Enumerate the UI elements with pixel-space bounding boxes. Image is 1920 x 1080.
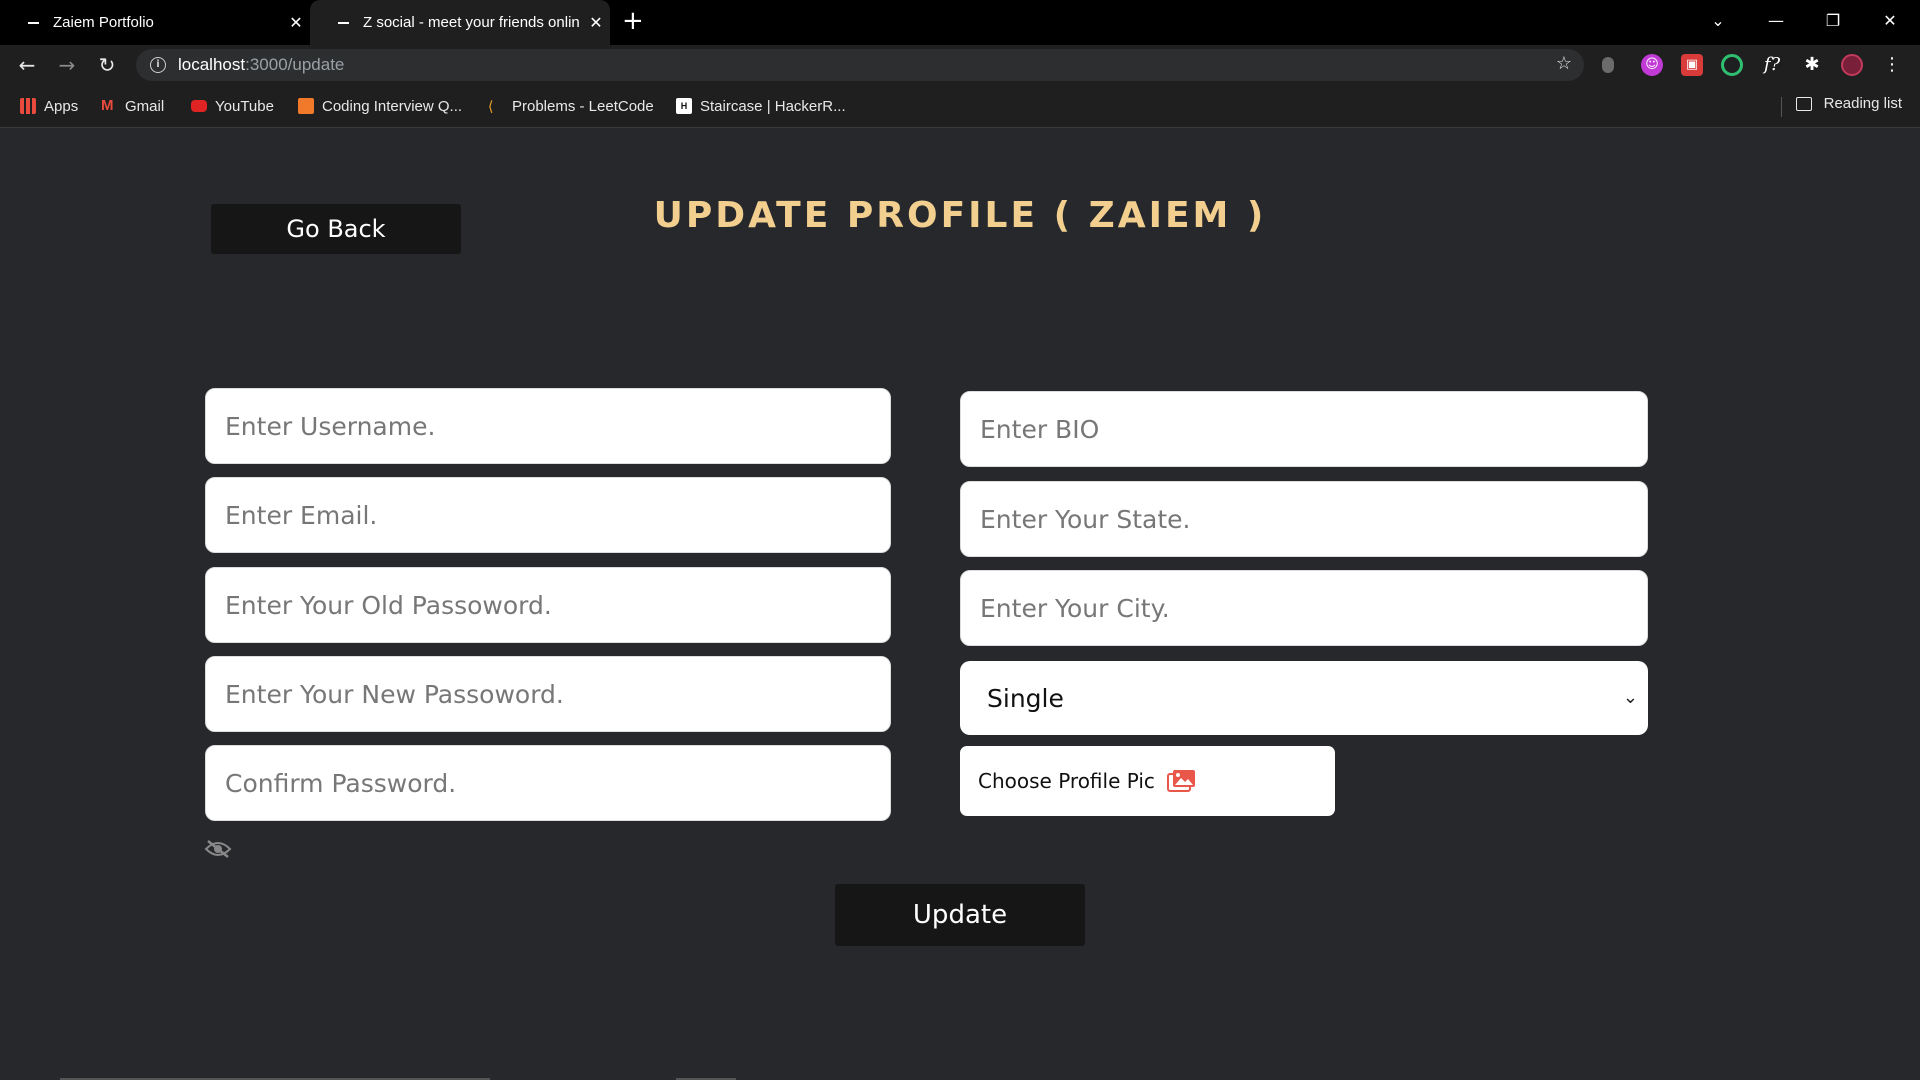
browser-toolbar: ← → ↻ i localhost:3000/update ☆ ☺ ▣ f? ✱…	[0, 45, 1920, 85]
back-icon[interactable]: ←	[14, 53, 40, 77]
bookmark-label: Gmail	[125, 97, 165, 115]
bio-input[interactable]: Enter BIO	[960, 391, 1648, 467]
reading-list-label: Reading list	[1823, 95, 1902, 112]
minimize-icon[interactable]: —	[1748, 0, 1804, 40]
extensions-puzzle-icon[interactable]: ✱	[1801, 54, 1823, 76]
bookmarks-separator	[1781, 97, 1782, 117]
images-icon	[1166, 770, 1195, 792]
new-password-input[interactable]: Enter Your New Passoword.	[205, 656, 891, 732]
username-input[interactable]: Enter Username.	[205, 388, 891, 464]
bookmark-label: Apps	[44, 97, 79, 115]
site-info-icon[interactable]: i	[150, 57, 166, 73]
profile-avatar-icon[interactable]	[1841, 54, 1863, 76]
chevron-down-icon: ⌄	[1622, 687, 1638, 708]
username-placeholder: Enter Username.	[225, 411, 436, 441]
leetcode-icon: ⟨	[488, 98, 494, 114]
choose-profile-pic-button[interactable]: Choose Profile Pic	[960, 746, 1335, 816]
old-password-placeholder: Enter Your Old Passoword.	[225, 590, 552, 620]
new-password-placeholder: Enter Your New Passoword.	[225, 679, 564, 709]
window-close-icon[interactable]: ✕	[1862, 0, 1918, 40]
bio-placeholder: Enter BIO	[980, 414, 1100, 444]
city-placeholder: Enter Your City.	[980, 593, 1170, 623]
eye-slash-icon[interactable]	[204, 839, 232, 859]
reload-icon[interactable]: ↻	[94, 53, 120, 77]
email-placeholder: Enter Email.	[225, 500, 378, 530]
url-host: localhost	[178, 55, 246, 74]
bookmark-label: Problems - LeetCode	[512, 97, 654, 115]
tab-favicon	[338, 21, 349, 24]
go-back-button[interactable]: Go Back	[211, 204, 461, 254]
coding-interview-icon	[298, 98, 314, 114]
close-icon[interactable]: ✕	[582, 13, 610, 33]
page-title: UPDATE PROFILE ( ZAIEM )	[653, 195, 1267, 236]
bookmark-label: YouTube	[215, 97, 274, 115]
browser-tab-bar: Zaiem Portfolio ✕ Z social - meet your f…	[0, 0, 1920, 45]
state-input[interactable]: Enter Your State.	[960, 481, 1648, 557]
extension-icon[interactable]: ▣	[1681, 54, 1703, 76]
bookmark-gmail[interactable]: M Gmail	[101, 95, 164, 117]
youtube-icon	[191, 100, 207, 112]
bookmarks-bar: Apps M Gmail YouTube Coding Interview Q.…	[0, 85, 1920, 128]
bookmark-hackerrank[interactable]: H Staircase | HackerR...	[676, 95, 846, 117]
bookmark-coding-interview[interactable]: Coding Interview Q...	[298, 95, 462, 117]
update-profile-page: Go Back UPDATE PROFILE ( ZAIEM ) Enter U…	[0, 129, 1920, 1080]
reading-list-button[interactable]: Reading list	[1795, 95, 1902, 112]
url-text[interactable]: localhost:3000/update	[178, 55, 344, 75]
apps-grid-icon	[20, 98, 36, 114]
profile-pic-label: Choose Profile Pic	[978, 769, 1155, 793]
extension-icon[interactable]	[1721, 54, 1743, 76]
gmail-icon: M	[101, 97, 114, 114]
tab-favicon	[28, 21, 39, 24]
confirm-password-placeholder: Confirm Password.	[225, 768, 457, 798]
close-icon[interactable]: ✕	[282, 13, 310, 33]
reading-list-icon	[1795, 96, 1812, 111]
address-bar[interactable]: i localhost:3000/update ☆	[136, 49, 1584, 81]
old-password-input[interactable]: Enter Your Old Passoword.	[205, 567, 891, 643]
update-button[interactable]: Update	[835, 884, 1085, 946]
bookmark-star-icon[interactable]: ☆	[1556, 53, 1572, 74]
url-path: :3000/update	[245, 55, 345, 74]
restore-icon[interactable]: ❐	[1805, 0, 1861, 40]
bookmark-youtube[interactable]: YouTube	[191, 95, 274, 117]
bookmark-label: Coding Interview Q...	[322, 97, 463, 115]
relationship-select[interactable]: Single ⌄	[960, 661, 1648, 735]
confirm-password-input[interactable]: Confirm Password.	[205, 745, 891, 821]
bookmark-label: Staircase | HackerR...	[700, 97, 846, 115]
extension-icon[interactable]: ☺	[1641, 54, 1663, 76]
tab-z-social[interactable]: Z social - meet your friends onlin ✕	[310, 0, 610, 45]
tab-search-icon[interactable]: ⌄	[1690, 0, 1746, 40]
bookmark-apps[interactable]: Apps	[20, 95, 78, 117]
relationship-selected-value: Single	[987, 683, 1064, 713]
forward-icon[interactable]: →	[54, 53, 80, 77]
bookmark-leetcode[interactable]: ⟨ Problems - LeetCode	[488, 95, 654, 117]
state-placeholder: Enter Your State.	[980, 504, 1191, 534]
new-tab-button[interactable]: +	[622, 6, 644, 36]
email-input[interactable]: Enter Email.	[205, 477, 891, 553]
tab-title: Z social - meet your friends onlin	[363, 14, 580, 31]
extension-icon[interactable]	[1602, 57, 1614, 73]
tab-title: Zaiem Portfolio	[53, 14, 154, 31]
tab-zaiem-portfolio[interactable]: Zaiem Portfolio ✕	[0, 0, 310, 45]
hackerrank-icon: H	[676, 98, 692, 114]
extension-icon[interactable]: f?	[1761, 54, 1783, 76]
city-input[interactable]: Enter Your City.	[960, 570, 1648, 646]
menu-icon[interactable]: ⋮	[1881, 54, 1903, 76]
